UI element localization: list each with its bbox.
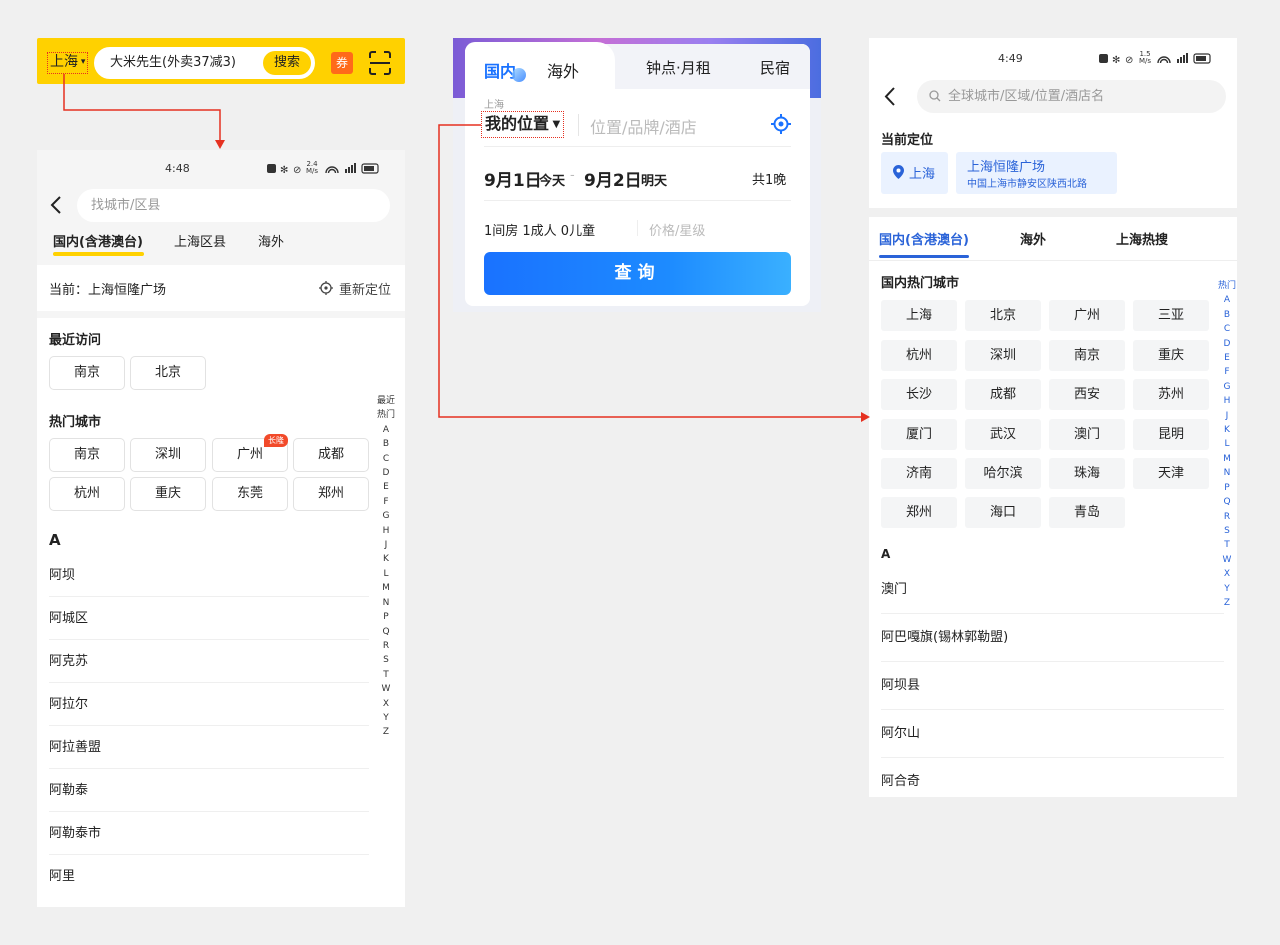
arrow-head: [861, 412, 870, 422]
arrow-head: [215, 140, 225, 149]
arrow-to-right-screen: [438, 124, 862, 418]
flow-arrows: [63, 74, 870, 422]
arrow-to-left-screen: [63, 74, 221, 141]
